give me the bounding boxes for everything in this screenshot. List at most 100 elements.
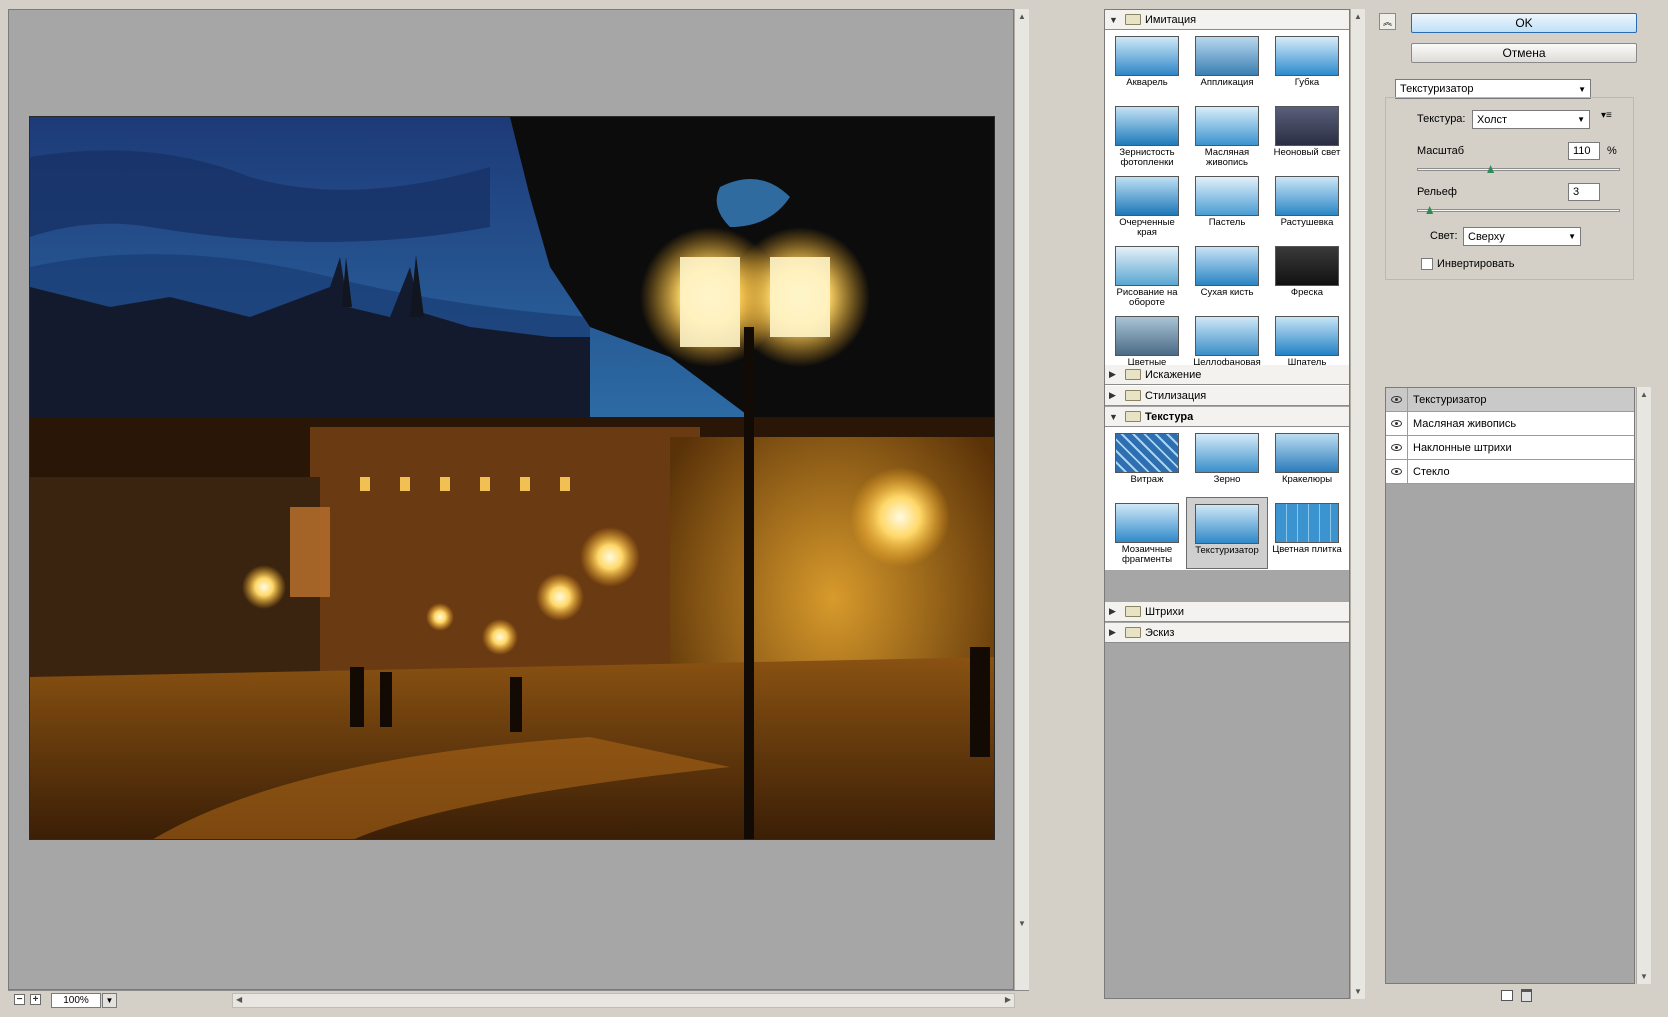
filter-thumb-6[interactable]: Очерченные края [1108, 172, 1186, 240]
expanded-triangle-icon: ▼ [1109, 411, 1118, 422]
filter-select[interactable]: Текстуризатор ▼ [1395, 79, 1591, 99]
category-imitation[interactable]: ▼ Имитация [1105, 10, 1349, 30]
gallery-vertical-scrollbar[interactable]: ▲ ▼ [1350, 9, 1365, 999]
category-imitation-filters: Акварель Аппликация Губка Зернистость фо… [1105, 30, 1349, 387]
category-texture[interactable]: ▼ Текстура [1105, 407, 1349, 427]
filter-preview-image [1195, 106, 1259, 146]
preview-image-art [30, 117, 994, 839]
scroll-down-arrow-icon[interactable]: ▼ [1640, 972, 1648, 981]
texture-select[interactable]: Холст ▼ [1472, 110, 1590, 129]
filter-thumb-7[interactable]: Пастель [1188, 172, 1266, 240]
filter-thumb-0[interactable]: Акварель [1108, 32, 1186, 100]
filter-thumb-texturizer[interactable]: Текстуризатор [1186, 497, 1268, 569]
filter-label: Губка [1294, 77, 1320, 88]
layer-row[interactable]: Текстуризатор [1386, 388, 1634, 412]
filter-thumb-stained-glass[interactable]: Витраж [1108, 429, 1186, 497]
zoom-out-button[interactable]: − [14, 994, 25, 1005]
double-chevron-up-icon: ︽ [1382, 17, 1392, 27]
category-texture-filters: Витраж Зерно Кракелюры Мозаичные фрагмен… [1105, 427, 1349, 570]
layer-row[interactable]: Наклонные штрихи [1386, 436, 1634, 460]
filter-preview-image [1275, 176, 1339, 216]
filter-preview-image [1195, 504, 1259, 544]
filter-preview-image [1275, 433, 1339, 473]
trash-icon[interactable] [1521, 989, 1532, 1002]
light-select[interactable]: Сверху ▼ [1463, 227, 1581, 246]
zoom-dropdown-button[interactable]: ▼ [102, 993, 117, 1008]
layer-row[interactable]: Стекло [1386, 460, 1634, 484]
layer-name: Наклонные штрихи [1413, 441, 1512, 454]
preview-horizontal-scrollbar[interactable]: ◀ ▶ [232, 993, 1015, 1008]
category-brush-strokes[interactable]: ▶ Штрихи [1105, 602, 1349, 622]
zoom-in-button[interactable]: + [30, 994, 41, 1005]
scroll-down-arrow-icon[interactable]: ▼ [1018, 919, 1026, 928]
filter-thumb-craquelure[interactable]: Кракелюры [1268, 429, 1346, 497]
new-effect-layer-icon[interactable] [1501, 990, 1513, 1001]
category-sketch[interactable]: ▶ Эскиз [1105, 623, 1349, 643]
layer-name: Стекло [1413, 465, 1450, 478]
filter-thumb-2[interactable]: Губка [1268, 32, 1346, 100]
filter-label: Очерченные края [1119, 217, 1175, 238]
preview-area[interactable] [8, 9, 1014, 990]
layer-name: Текстуризатор [1413, 393, 1487, 406]
scale-label: Масштаб [1417, 145, 1465, 157]
layer-row[interactable]: Масляная живопись [1386, 412, 1634, 436]
scale-slider-track[interactable] [1417, 168, 1620, 171]
filter-thumb-11[interactable]: Фреска [1268, 242, 1346, 310]
filter-gallery: ▼ Имитация Акварель Аппликация Губка Зер… [1104, 9, 1350, 999]
texture-menu-icon[interactable]: ▾≡ [1601, 110, 1612, 121]
relief-slider-track[interactable] [1417, 209, 1620, 212]
ok-button[interactable]: OK [1411, 13, 1637, 33]
visibility-eye-icon[interactable] [1386, 436, 1408, 459]
category-stylize[interactable]: ▶ Стилизация [1105, 386, 1349, 406]
zoom-level-field[interactable]: 100% [51, 993, 101, 1008]
invert-checkbox[interactable] [1421, 258, 1433, 270]
filter-thumb-grain[interactable]: Зерно [1188, 429, 1266, 497]
collapse-gallery-button[interactable]: ︽ [1379, 13, 1396, 30]
collapsed-triangle-icon: ▶ [1109, 369, 1116, 379]
filter-label: Зернистость фотопленки [1119, 147, 1175, 168]
scale-unit: % [1607, 145, 1617, 157]
filter-preview-image [1195, 316, 1259, 356]
scroll-up-arrow-icon[interactable]: ▲ [1640, 390, 1648, 399]
scroll-up-arrow-icon[interactable]: ▲ [1018, 12, 1026, 21]
scroll-up-arrow-icon[interactable]: ▲ [1354, 12, 1362, 21]
filter-preview-image [1275, 316, 1339, 356]
collapsed-triangle-icon: ▶ [1109, 606, 1116, 616]
folder-icon [1125, 390, 1141, 401]
folder-icon [1125, 606, 1141, 617]
filter-thumb-mosaic[interactable]: Мозаичные фрагменты [1108, 499, 1186, 567]
relief-input[interactable]: 3 [1568, 183, 1600, 201]
cancel-button[interactable]: Отмена [1411, 43, 1637, 63]
layers-vertical-scrollbar[interactable]: ▲ ▼ [1636, 387, 1651, 984]
collapsed-triangle-icon: ▶ [1109, 627, 1116, 637]
filter-thumb-3[interactable]: Зернистость фотопленки [1108, 102, 1186, 170]
filter-thumb-5[interactable]: Неоновый свет [1268, 102, 1346, 170]
scroll-left-arrow-icon[interactable]: ◀ [236, 995, 242, 1004]
filter-label: Акварель [1126, 77, 1168, 88]
visibility-eye-icon[interactable] [1386, 460, 1408, 483]
filter-label: Витраж [1130, 474, 1164, 485]
filter-thumb-4[interactable]: Масляная живопись [1188, 102, 1266, 170]
chevron-down-icon: ▼ [1568, 232, 1576, 241]
filter-preview-image [1115, 433, 1179, 473]
filter-thumb-1[interactable]: Аппликация [1188, 32, 1266, 100]
filter-label: Фреска [1290, 287, 1324, 298]
category-label: Имитация [1145, 13, 1197, 26]
visibility-eye-icon[interactable] [1386, 412, 1408, 435]
filter-preview-image [1275, 106, 1339, 146]
scroll-down-arrow-icon[interactable]: ▼ [1354, 987, 1362, 996]
filter-thumb-10[interactable]: Сухая кисть [1188, 242, 1266, 310]
preview-image[interactable] [29, 116, 995, 840]
category-label: Стилизация [1145, 389, 1207, 402]
filter-thumb-9[interactable]: Рисование на обороте [1108, 242, 1186, 310]
folder-icon [1125, 411, 1141, 422]
filter-thumb-8[interactable]: Растушевка [1268, 172, 1346, 240]
scale-input[interactable]: 110 [1568, 142, 1600, 160]
effect-layers-list: Текстуризатор Масляная живопись Наклонны… [1385, 387, 1635, 984]
filter-preview-image [1115, 106, 1179, 146]
preview-vertical-scrollbar[interactable]: ▲ ▼ [1014, 9, 1029, 990]
scroll-right-arrow-icon[interactable]: ▶ [1005, 995, 1011, 1004]
visibility-eye-icon[interactable] [1386, 388, 1408, 411]
filter-thumb-patchwork[interactable]: Цветная плитка [1268, 499, 1346, 567]
category-distortion[interactable]: ▶ Искажение [1105, 365, 1349, 385]
